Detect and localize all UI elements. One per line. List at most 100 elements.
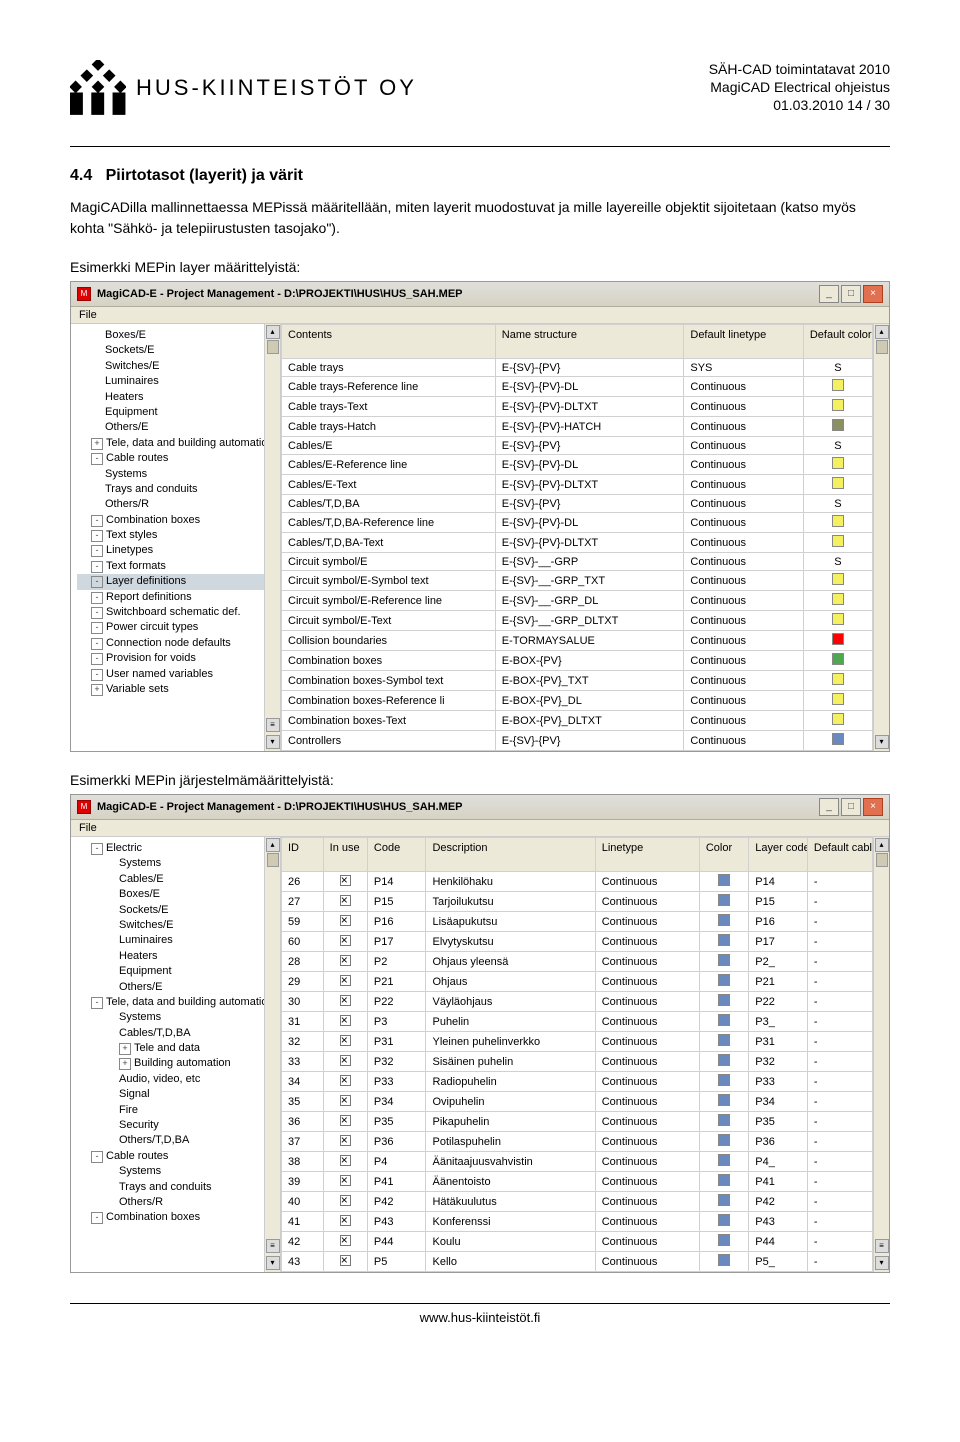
tree-item[interactable]: Others/R <box>77 497 278 512</box>
table-row[interactable]: 34P33RadiopuhelinContinuousP33- <box>282 1072 873 1092</box>
col-layer-code[interactable]: Layer code <box>749 838 808 872</box>
table-row[interactable]: Combination boxes-Reference liE-BOX-{PV}… <box>282 691 873 711</box>
col-name-structure[interactable]: Name structure <box>495 325 684 359</box>
checkbox-icon[interactable] <box>340 1235 351 1246</box>
tree-item[interactable]: Provision for voids <box>77 651 278 666</box>
tree-item[interactable]: Systems <box>77 467 278 482</box>
tree-item[interactable]: Luminaires <box>77 933 278 948</box>
table-row[interactable]: Cables/EE-{SV}-{PV}ContinuousS <box>282 437 873 455</box>
tree-item[interactable]: Combination boxes <box>77 513 278 528</box>
tree-item[interactable]: Switchboard schematic def. <box>77 605 278 620</box>
table-row[interactable]: Circuit symbol/E-Reference lineE-{SV}-__… <box>282 591 873 611</box>
table-row[interactable]: 38P4ÄänitaajuusvahvistinContinuousP4_- <box>282 1152 873 1172</box>
tree-item[interactable]: Luminaires <box>77 374 278 389</box>
tree-item[interactable]: Text styles <box>77 528 278 543</box>
table-row[interactable]: Combination boxes-TextE-BOX-{PV}_DLTXTCo… <box>282 711 873 731</box>
tree-item[interactable]: Systems <box>77 1164 278 1179</box>
tree-item[interactable]: Electric <box>77 841 278 856</box>
scroll-up-icon[interactable]: ▴ <box>266 838 280 852</box>
table-row[interactable]: 39P41ÄänentoistoContinuousP41- <box>282 1172 873 1192</box>
checkbox-icon[interactable] <box>340 975 351 986</box>
tree-item[interactable]: Tele, data and building automation <box>77 995 278 1010</box>
tree-item[interactable]: Tele, data and building automation <box>77 436 278 451</box>
tree-item[interactable]: Sockets/E <box>77 343 278 358</box>
grid-scrollbar[interactable]: ▴ ≡ ▾ <box>873 837 889 1272</box>
tree-item[interactable]: Equipment <box>77 405 278 420</box>
menu-file[interactable]: File <box>79 822 97 834</box>
tree-item[interactable]: Combination boxes <box>77 1210 278 1225</box>
tree-item[interactable]: Others/E <box>77 420 278 435</box>
tree-item[interactable]: Trays and conduits <box>77 1180 278 1195</box>
table-row[interactable]: 59P16LisäapukutsuContinuousP16- <box>282 912 873 932</box>
table-row[interactable]: Cable trays-Reference lineE-{SV}-{PV}-DL… <box>282 377 873 397</box>
table-row[interactable]: Cables/E-Reference lineE-{SV}-{PV}-DLCon… <box>282 455 873 475</box>
scroll-thumb[interactable] <box>876 340 888 354</box>
tree-item[interactable]: Others/T,D,BA <box>77 1133 278 1148</box>
checkbox-icon[interactable] <box>340 1155 351 1166</box>
scroll-down-icon[interactable]: ▾ <box>266 735 280 749</box>
table-row[interactable]: Circuit symbol/EE-{SV}-__-GRPContinuousS <box>282 553 873 571</box>
tree-item[interactable]: Signal <box>77 1087 278 1102</box>
table-row[interactable]: Circuit symbol/E-TextE-{SV}-__-GRP_DLTXT… <box>282 611 873 631</box>
tree-item[interactable]: Connection node defaults <box>77 636 278 651</box>
col-color[interactable]: Color <box>699 838 748 872</box>
tree-item[interactable]: User named variables <box>77 667 278 682</box>
col-default-linetype[interactable]: Default linetype <box>684 325 803 359</box>
table-row[interactable]: Circuit symbol/E-Symbol textE-{SV}-__-GR… <box>282 571 873 591</box>
tree-scrollbar[interactable]: ▴ ≡ ▾ <box>264 837 280 1272</box>
scroll-thumb[interactable] <box>267 340 279 354</box>
col-default-color[interactable]: Default color <box>803 325 872 359</box>
table-row[interactable]: Combination boxesE-BOX-{PV}Continuous <box>282 651 873 671</box>
table-row[interactable]: 60P17ElvytyskutsuContinuousP17- <box>282 932 873 952</box>
table-row[interactable]: 27P15TarjoilukutsuContinuousP15- <box>282 892 873 912</box>
table-row[interactable]: Cables/T,D,BA-Reference lineE-{SV}-{PV}-… <box>282 513 873 533</box>
checkbox-icon[interactable] <box>340 955 351 966</box>
menu-file[interactable]: File <box>79 309 97 321</box>
table-row[interactable]: 31P3PuhelinContinuousP3_- <box>282 1012 873 1032</box>
table-row[interactable]: 36P35PikapuhelinContinuousP35- <box>282 1112 873 1132</box>
scroll-thumb[interactable] <box>876 853 888 867</box>
tree-item[interactable]: Heaters <box>77 949 278 964</box>
checkbox-icon[interactable] <box>340 1035 351 1046</box>
table-row[interactable]: 32P31Yleinen puhelinverkkoContinuousP31- <box>282 1032 873 1052</box>
col-id[interactable]: ID <box>282 838 324 872</box>
titlebar[interactable]: M MagiCAD-E - Project Management - D:\PR… <box>71 282 889 307</box>
tree-item[interactable]: Trays and conduits <box>77 482 278 497</box>
close-button[interactable]: × <box>863 285 883 303</box>
col-linetype[interactable]: Linetype <box>595 838 699 872</box>
tree-item[interactable]: Systems <box>77 1010 278 1025</box>
checkbox-icon[interactable] <box>340 915 351 926</box>
tree-item[interactable]: Building automation <box>77 1056 278 1071</box>
table-row[interactable]: 40P42HätäkuulutusContinuousP42- <box>282 1192 873 1212</box>
table-row[interactable]: Cable trays-TextE-{SV}-{PV}-DLTXTContinu… <box>282 397 873 417</box>
tree-item[interactable]: Cables/E <box>77 872 278 887</box>
checkbox-icon[interactable] <box>340 895 351 906</box>
scroll-down-icon[interactable]: ▾ <box>875 1256 889 1270</box>
scroll-up-icon[interactable]: ▴ <box>875 838 889 852</box>
tree-item[interactable]: Variable sets <box>77 682 278 697</box>
tree-item[interactable]: Switches/E <box>77 918 278 933</box>
checkbox-icon[interactable] <box>340 1255 351 1266</box>
checkbox-icon[interactable] <box>340 935 351 946</box>
col-description[interactable]: Description <box>426 838 595 872</box>
checkbox-icon[interactable] <box>340 1195 351 1206</box>
tree-item[interactable]: Sockets/E <box>77 903 278 918</box>
table-row[interactable]: Cables/T,D,BA-TextE-{SV}-{PV}-DLTXTConti… <box>282 533 873 553</box>
tree-item[interactable]: Linetypes <box>77 543 278 558</box>
minimize-button[interactable]: _ <box>819 798 839 816</box>
checkbox-icon[interactable] <box>340 1075 351 1086</box>
table-row[interactable]: 33P32Sisäinen puhelinContinuousP32- <box>282 1052 873 1072</box>
scroll-thumb[interactable] <box>267 853 279 867</box>
table-row[interactable]: Cables/E-TextE-{SV}-{PV}-DLTXTContinuous <box>282 475 873 495</box>
tree-scrollbar[interactable]: ▴ ≡ ▾ <box>264 324 280 751</box>
col-code[interactable]: Code <box>367 838 426 872</box>
checkbox-icon[interactable] <box>340 1015 351 1026</box>
tree-item[interactable]: Text formats <box>77 559 278 574</box>
table-row[interactable]: 37P36PotilaspuhelinContinuousP36- <box>282 1132 873 1152</box>
tree-item[interactable]: Others/R <box>77 1195 278 1210</box>
tree-item[interactable]: Audio, video, etc <box>77 1072 278 1087</box>
maximize-button[interactable]: □ <box>841 285 861 303</box>
tree-item[interactable]: Others/E <box>77 980 278 995</box>
tree-item[interactable]: Power circuit types <box>77 620 278 635</box>
checkbox-icon[interactable] <box>340 875 351 886</box>
